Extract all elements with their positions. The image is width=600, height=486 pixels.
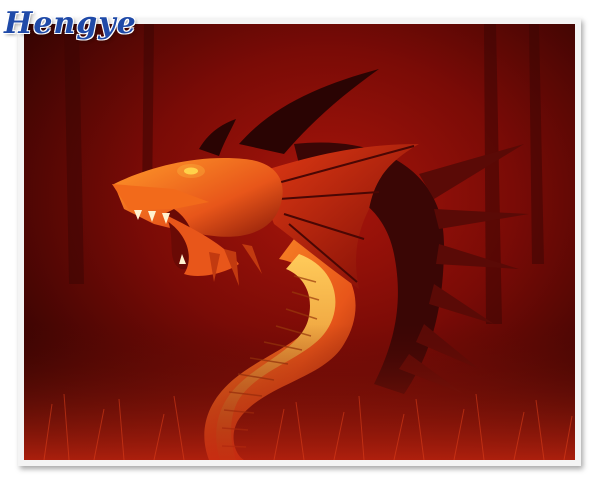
dragon-picture	[24, 24, 575, 460]
dragon-eye-glow	[177, 164, 205, 178]
watermark-text: Hengye	[4, 6, 137, 41]
fiery-grass	[24, 324, 575, 460]
dragon-illustration	[24, 24, 575, 460]
watermark-logo: Hengye	[4, 2, 137, 46]
